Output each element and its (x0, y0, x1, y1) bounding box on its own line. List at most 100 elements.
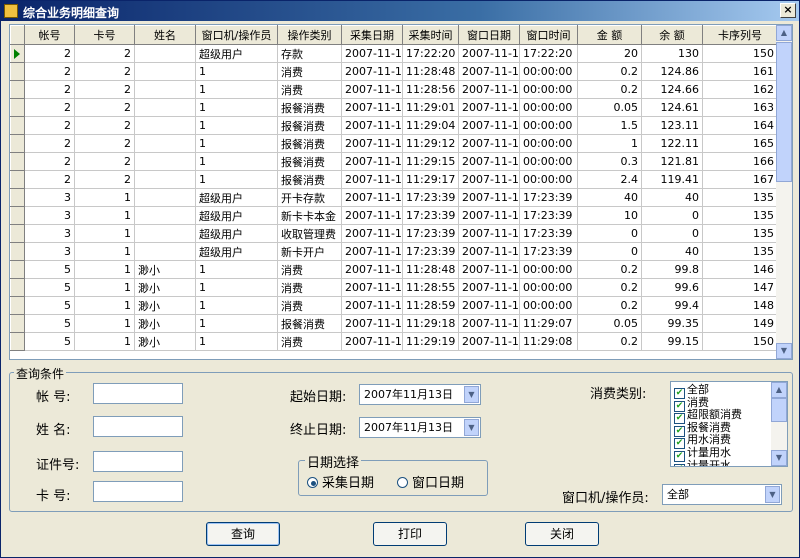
table-cell[interactable]: 1 (195, 296, 278, 315)
table-cell[interactable]: 1 (195, 134, 278, 153)
table-cell[interactable]: 2 (74, 116, 135, 135)
table-cell[interactable]: 146 (702, 260, 778, 279)
table-cell[interactable]: 00:00:00 (519, 134, 578, 153)
table-cell[interactable]: 消费 (277, 332, 342, 351)
table-cell[interactable] (134, 206, 196, 225)
radio-collect-date[interactable]: 采集日期 (307, 472, 374, 491)
table-cell[interactable]: 2007-11-13 (341, 206, 403, 225)
table-cell[interactable]: 0.2 (577, 260, 642, 279)
table-cell[interactable]: 超级用户 (195, 242, 278, 261)
table-cell[interactable]: 2 (74, 98, 135, 117)
table-row[interactable]: 221报餐消费2007-11-1311:29:012007-11-1300:00… (10, 98, 778, 117)
column-header[interactable]: 金 额 (577, 25, 642, 45)
table-cell[interactable]: 122.11 (641, 134, 703, 153)
grid-vertical-scrollbar[interactable]: ▲ ▼ (776, 25, 792, 359)
table-cell[interactable]: 5 (24, 260, 75, 279)
table-cell[interactable]: 消费 (277, 296, 342, 315)
category-item[interactable]: ✔计量开水 (674, 459, 731, 466)
table-cell[interactable]: 1 (195, 170, 278, 189)
table-cell[interactable]: 开卡存款 (277, 188, 342, 207)
table-cell[interactable]: 2007-11-13 (341, 62, 403, 81)
table-cell[interactable]: 1 (74, 332, 135, 351)
table-cell[interactable]: 2007-11-13 (341, 116, 403, 135)
table-cell[interactable]: 17:22:20 (402, 44, 459, 63)
table-cell[interactable]: 存款 (277, 44, 342, 63)
table-cell[interactable]: 2007-11-13 (341, 224, 403, 243)
table-cell[interactable]: 11:29:07 (519, 314, 578, 333)
table-row[interactable]: 221报餐消费2007-11-1311:29:042007-11-1300:00… (10, 116, 778, 135)
table-cell[interactable]: 10 (577, 206, 642, 225)
category-scrollbar[interactable]: ▲ ▼ (771, 382, 787, 466)
category-item[interactable]: ✔ 计量用水 (674, 446, 731, 462)
table-cell[interactable]: 135 (702, 224, 778, 243)
row-indicator[interactable] (10, 260, 25, 279)
table-cell[interactable]: 17:23:39 (519, 242, 578, 261)
table-cell[interactable] (134, 62, 196, 81)
table-cell[interactable]: 99.4 (641, 296, 703, 315)
table-cell[interactable]: 20 (577, 44, 642, 63)
id-number-input[interactable] (93, 451, 183, 472)
table-cell[interactable]: 123.11 (641, 116, 703, 135)
table-cell[interactable]: 0.2 (577, 278, 642, 297)
table-cell[interactable]: 2007-11-13 (341, 242, 403, 261)
table-row[interactable]: 31超级用户收取管理费2007-11-1317:23:392007-11-131… (10, 224, 778, 243)
table-cell[interactable]: 00:00:00 (519, 170, 578, 189)
table-cell[interactable]: 2007-11-13 (341, 332, 403, 351)
row-indicator[interactable] (10, 62, 25, 81)
table-cell[interactable]: 2 (74, 170, 135, 189)
table-cell[interactable]: 报餐消费 (277, 98, 342, 117)
table-cell[interactable]: 2 (24, 152, 75, 171)
start-date-picker[interactable]: 2007年11月13日 ▼ (359, 384, 481, 405)
table-cell[interactable]: 2007-11-13 (341, 80, 403, 99)
row-indicator[interactable] (10, 296, 25, 315)
column-header[interactable]: 操作类别 (277, 25, 342, 45)
table-cell[interactable]: 124.66 (641, 80, 703, 99)
table-cell[interactable]: 167 (702, 170, 778, 189)
table-cell[interactable]: 17:23:39 (402, 242, 459, 261)
table-cell[interactable]: 消费 (277, 260, 342, 279)
table-cell[interactable]: 2007-11-13 (458, 260, 520, 279)
table-cell[interactable]: 11:29:12 (402, 134, 459, 153)
table-cell[interactable]: 121.81 (641, 152, 703, 171)
table-cell[interactable]: 3 (24, 188, 75, 207)
table-row[interactable]: 51渺小1消费2007-11-1311:28:482007-11-1300:00… (10, 260, 778, 279)
table-cell[interactable]: 0.3 (577, 152, 642, 171)
scroll-down-icon[interactable]: ▼ (776, 343, 792, 359)
table-cell[interactable] (134, 116, 196, 135)
row-indicator[interactable] (10, 170, 25, 189)
table-cell[interactable]: 2007-11-13 (341, 314, 403, 333)
table-cell[interactable] (134, 152, 196, 171)
table-cell[interactable]: 2007-11-13 (341, 44, 403, 63)
table-row[interactable]: 221消费2007-11-1311:28:562007-11-1300:00:0… (10, 80, 778, 99)
table-cell[interactable]: 超级用户 (195, 206, 278, 225)
table-cell[interactable]: 新卡卡本金 (277, 206, 342, 225)
table-cell[interactable] (134, 170, 196, 189)
table-cell[interactable]: 11:29:08 (519, 332, 578, 351)
table-cell[interactable]: 2007-11-13 (458, 134, 520, 153)
table-cell[interactable]: 0.2 (577, 62, 642, 81)
table-cell[interactable]: 2007-11-13 (341, 152, 403, 171)
table-cell[interactable]: 0 (641, 224, 703, 243)
column-header[interactable]: 采集时间 (402, 25, 459, 45)
table-cell[interactable]: 报餐消费 (277, 152, 342, 171)
table-cell[interactable]: 99.35 (641, 314, 703, 333)
table-cell[interactable]: 124.86 (641, 62, 703, 81)
table-cell[interactable]: 2007-11-13 (341, 260, 403, 279)
table-cell[interactable]: 2007-11-13 (458, 332, 520, 351)
column-header[interactable]: 卡序列号 (702, 25, 778, 45)
operator-select[interactable]: 全部 ▼ (662, 484, 782, 505)
table-cell[interactable]: 1 (74, 314, 135, 333)
row-indicator[interactable] (10, 242, 25, 261)
table-cell[interactable]: 2 (74, 134, 135, 153)
table-row[interactable]: 221报餐消费2007-11-1311:29:122007-11-1300:00… (10, 134, 778, 153)
table-cell[interactable]: 1 (195, 314, 278, 333)
table-cell[interactable]: 2007-11-13 (458, 224, 520, 243)
table-cell[interactable]: 渺小 (134, 260, 196, 279)
table-cell[interactable]: 0.2 (577, 296, 642, 315)
table-cell[interactable]: 99.6 (641, 278, 703, 297)
table-cell[interactable]: 2007-11-13 (458, 80, 520, 99)
table-cell[interactable]: 1.5 (577, 116, 642, 135)
table-cell[interactable]: 5 (24, 278, 75, 297)
table-cell[interactable]: 165 (702, 134, 778, 153)
table-row[interactable]: 51渺小1消费2007-11-1311:28:592007-11-1300:00… (10, 296, 778, 315)
